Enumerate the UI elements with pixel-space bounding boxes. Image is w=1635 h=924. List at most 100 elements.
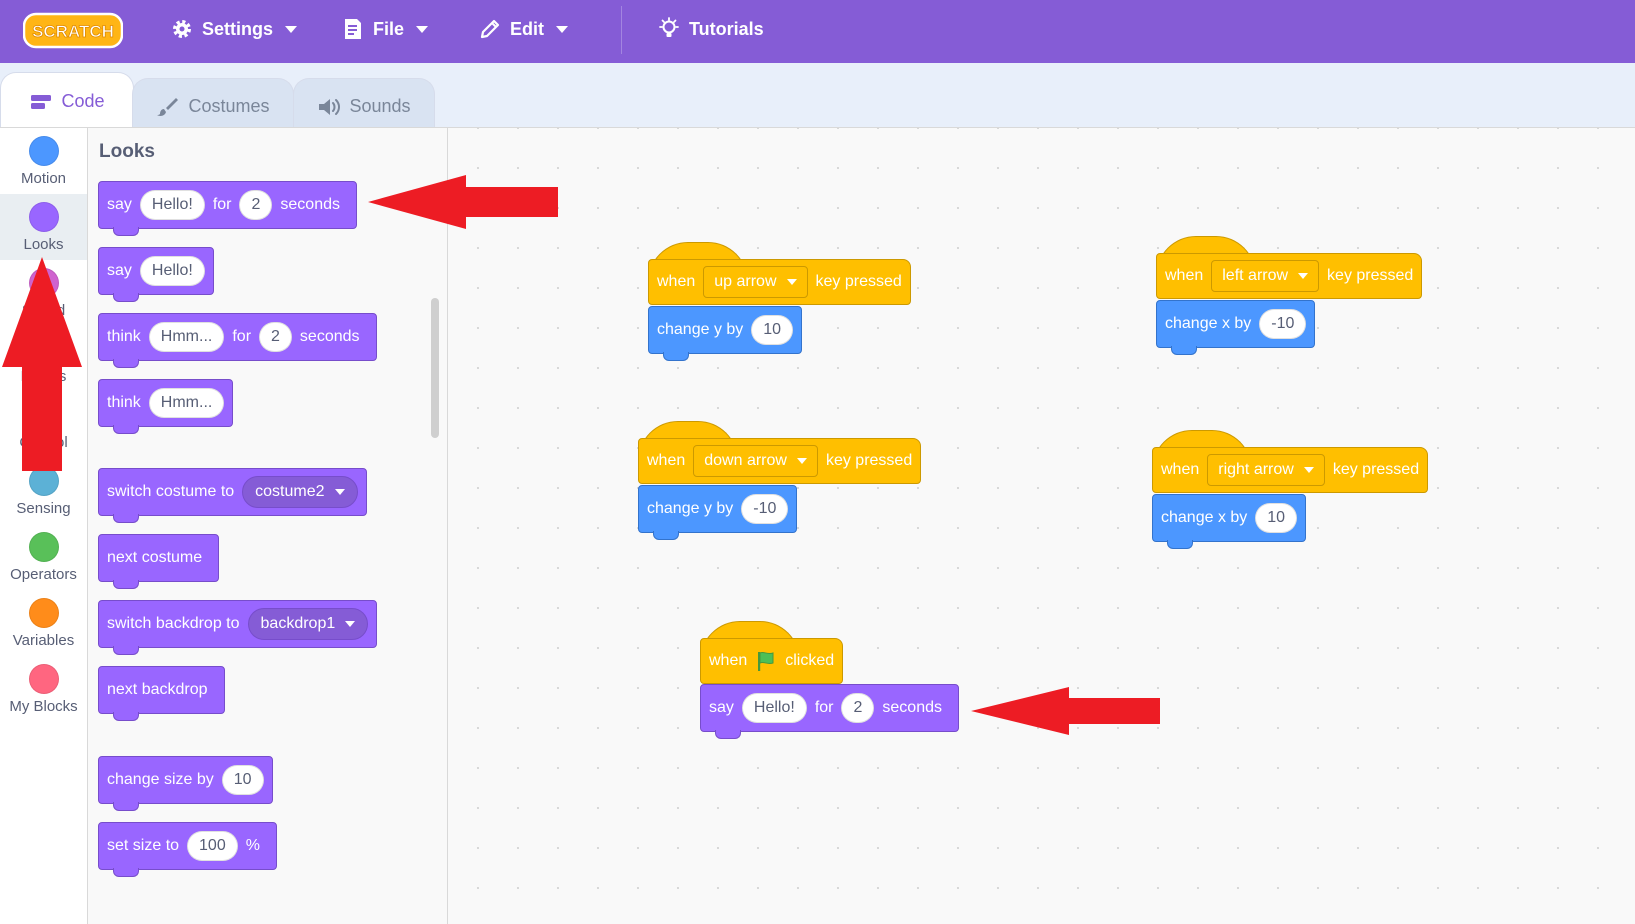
- speaker-icon: [319, 98, 341, 115]
- tab-label: Sounds: [349, 96, 411, 116]
- settings-menu[interactable]: Settings: [170, 0, 298, 58]
- message-input[interactable]: Hmm...: [148, 388, 225, 418]
- red-arrow-up-icon: [2, 257, 82, 471]
- block-text: key pressed: [815, 273, 902, 290]
- value-input[interactable]: 10: [1255, 503, 1298, 533]
- block-when-flag-clicked[interactable]: when clicked: [700, 638, 844, 684]
- value-input[interactable]: -10: [1259, 309, 1307, 339]
- block-change-y[interactable]: change y by -10: [638, 485, 798, 540]
- file-menu[interactable]: File: [341, 0, 429, 58]
- message-input[interactable]: Hello!: [741, 693, 807, 723]
- block-set-size[interactable]: set size to 100 %: [98, 822, 277, 877]
- block-switch-costume[interactable]: switch costume to costume2: [98, 468, 367, 523]
- dropdown-value: backdrop1: [260, 615, 336, 632]
- category-my-blocks[interactable]: My Blocks: [0, 656, 87, 722]
- block-change-y[interactable]: change y by 10: [648, 306, 803, 361]
- category-motion[interactable]: Motion: [0, 128, 87, 194]
- block-text: when: [647, 452, 686, 469]
- category-label: My Blocks: [9, 698, 78, 715]
- message-input[interactable]: Hmm...: [148, 322, 225, 352]
- tab-costumes[interactable]: Costumes: [132, 78, 294, 134]
- block-think-for-seconds[interactable]: think Hmm... for 2 seconds: [98, 313, 377, 368]
- block-when-key-pressed[interactable]: when down arrow key pressed: [638, 438, 922, 484]
- block-text: for: [232, 328, 252, 345]
- palette-title: Looks: [99, 141, 155, 162]
- block-change-x[interactable]: change x by 10: [1152, 494, 1307, 549]
- block-say-for-seconds[interactable]: say Hello! for 2 seconds: [700, 684, 959, 739]
- seconds-input[interactable]: 2: [259, 322, 292, 352]
- lightbulb-icon: [659, 17, 679, 37]
- block-text: think: [107, 328, 141, 345]
- seconds-input[interactable]: 2: [841, 693, 875, 723]
- message-input[interactable]: Hello!: [139, 190, 205, 220]
- block-text: for: [814, 699, 834, 716]
- block-text: think: [107, 394, 141, 411]
- block-text: key pressed: [1327, 267, 1414, 284]
- dropdown-value: down arrow: [704, 452, 787, 469]
- message-input[interactable]: Hello!: [139, 256, 205, 286]
- block-change-x[interactable]: change x by -10: [1156, 300, 1316, 355]
- block-next-backdrop[interactable]: next backdrop: [98, 666, 225, 721]
- seconds-input[interactable]: 2: [239, 190, 273, 220]
- category-label: Operators: [10, 566, 77, 583]
- menu-bar: SCRATCH Settings File Edit Tutorials: [0, 0, 1635, 63]
- block-text: seconds: [299, 328, 360, 345]
- green-flag-icon: [758, 651, 774, 671]
- palette-scrollbar[interactable]: [431, 298, 439, 438]
- block-text: change y by: [647, 500, 734, 517]
- block-text: next backdrop: [107, 681, 208, 698]
- chevron-down-icon: [334, 489, 345, 495]
- block-say-for-seconds[interactable]: say Hello! for 2 seconds: [98, 181, 357, 236]
- block-when-key-pressed[interactable]: when up arrow key pressed: [648, 259, 911, 305]
- block-text: change size by: [107, 771, 214, 788]
- tutorials-menu[interactable]: Tutorials: [657, 0, 764, 58]
- block-text: when: [1161, 461, 1200, 478]
- edit-menu[interactable]: Edit: [478, 0, 568, 58]
- block-text: switch costume to: [107, 483, 235, 500]
- block-text: when: [657, 273, 696, 290]
- value-input[interactable]: 10: [751, 315, 794, 345]
- block-switch-backdrop[interactable]: switch backdrop to backdrop1: [98, 600, 378, 655]
- block-text: change y by: [657, 321, 744, 338]
- red-arrow-left-icon: [971, 687, 1160, 735]
- block-palette: Looks say Hello! for 2 seconds say Hello…: [88, 127, 448, 924]
- backdrop-dropdown[interactable]: backdrop1: [247, 608, 369, 640]
- chevron-down-icon: [1303, 467, 1314, 473]
- category-variables[interactable]: Variables: [0, 590, 87, 656]
- block-say[interactable]: say Hello!: [98, 247, 214, 302]
- gear-icon: [173, 20, 191, 38]
- costume-dropdown[interactable]: costume2: [242, 476, 358, 508]
- dropdown-value: costume2: [255, 483, 325, 500]
- key-dropdown[interactable]: down arrow: [693, 445, 818, 477]
- value-input[interactable]: -10: [741, 494, 789, 524]
- key-dropdown[interactable]: up arrow: [703, 266, 808, 298]
- chevron-down-icon: [416, 25, 429, 33]
- block-text: say: [107, 196, 132, 213]
- svg-text:SCRATCH: SCRATCH: [32, 22, 114, 41]
- key-dropdown[interactable]: left arrow: [1211, 260, 1320, 292]
- block-text: for: [212, 196, 232, 213]
- category-looks[interactable]: Looks: [0, 194, 87, 260]
- code-workspace[interactable]: [448, 127, 1635, 924]
- block-think[interactable]: think Hmm...: [98, 379, 234, 434]
- tab-sounds[interactable]: Sounds: [293, 78, 435, 134]
- key-dropdown[interactable]: right arrow: [1207, 454, 1325, 486]
- tutorials-label: Tutorials: [689, 18, 764, 39]
- block-when-key-pressed[interactable]: when right arrow key pressed: [1152, 447, 1429, 493]
- size-input[interactable]: 10: [221, 765, 264, 795]
- scratch-logo[interactable]: SCRATCH: [23, 12, 123, 49]
- dropdown-value: right arrow: [1218, 461, 1294, 478]
- block-when-key-pressed[interactable]: when left arrow key pressed: [1156, 253, 1423, 299]
- block-text: set size to: [107, 837, 180, 854]
- block-text: when: [709, 652, 748, 669]
- block-next-costume[interactable]: next costume: [98, 534, 220, 589]
- block-change-size[interactable]: change size by 10: [98, 756, 273, 811]
- size-input[interactable]: 100: [187, 831, 238, 861]
- chevron-down-icon: [556, 25, 568, 33]
- block-text: seconds: [882, 699, 942, 716]
- category-label: Motion: [20, 170, 67, 187]
- category-operators[interactable]: Operators: [0, 524, 87, 590]
- block-text: switch backdrop to: [107, 615, 240, 632]
- tab-code[interactable]: Code: [0, 72, 134, 130]
- category-label: Variables: [12, 632, 75, 649]
